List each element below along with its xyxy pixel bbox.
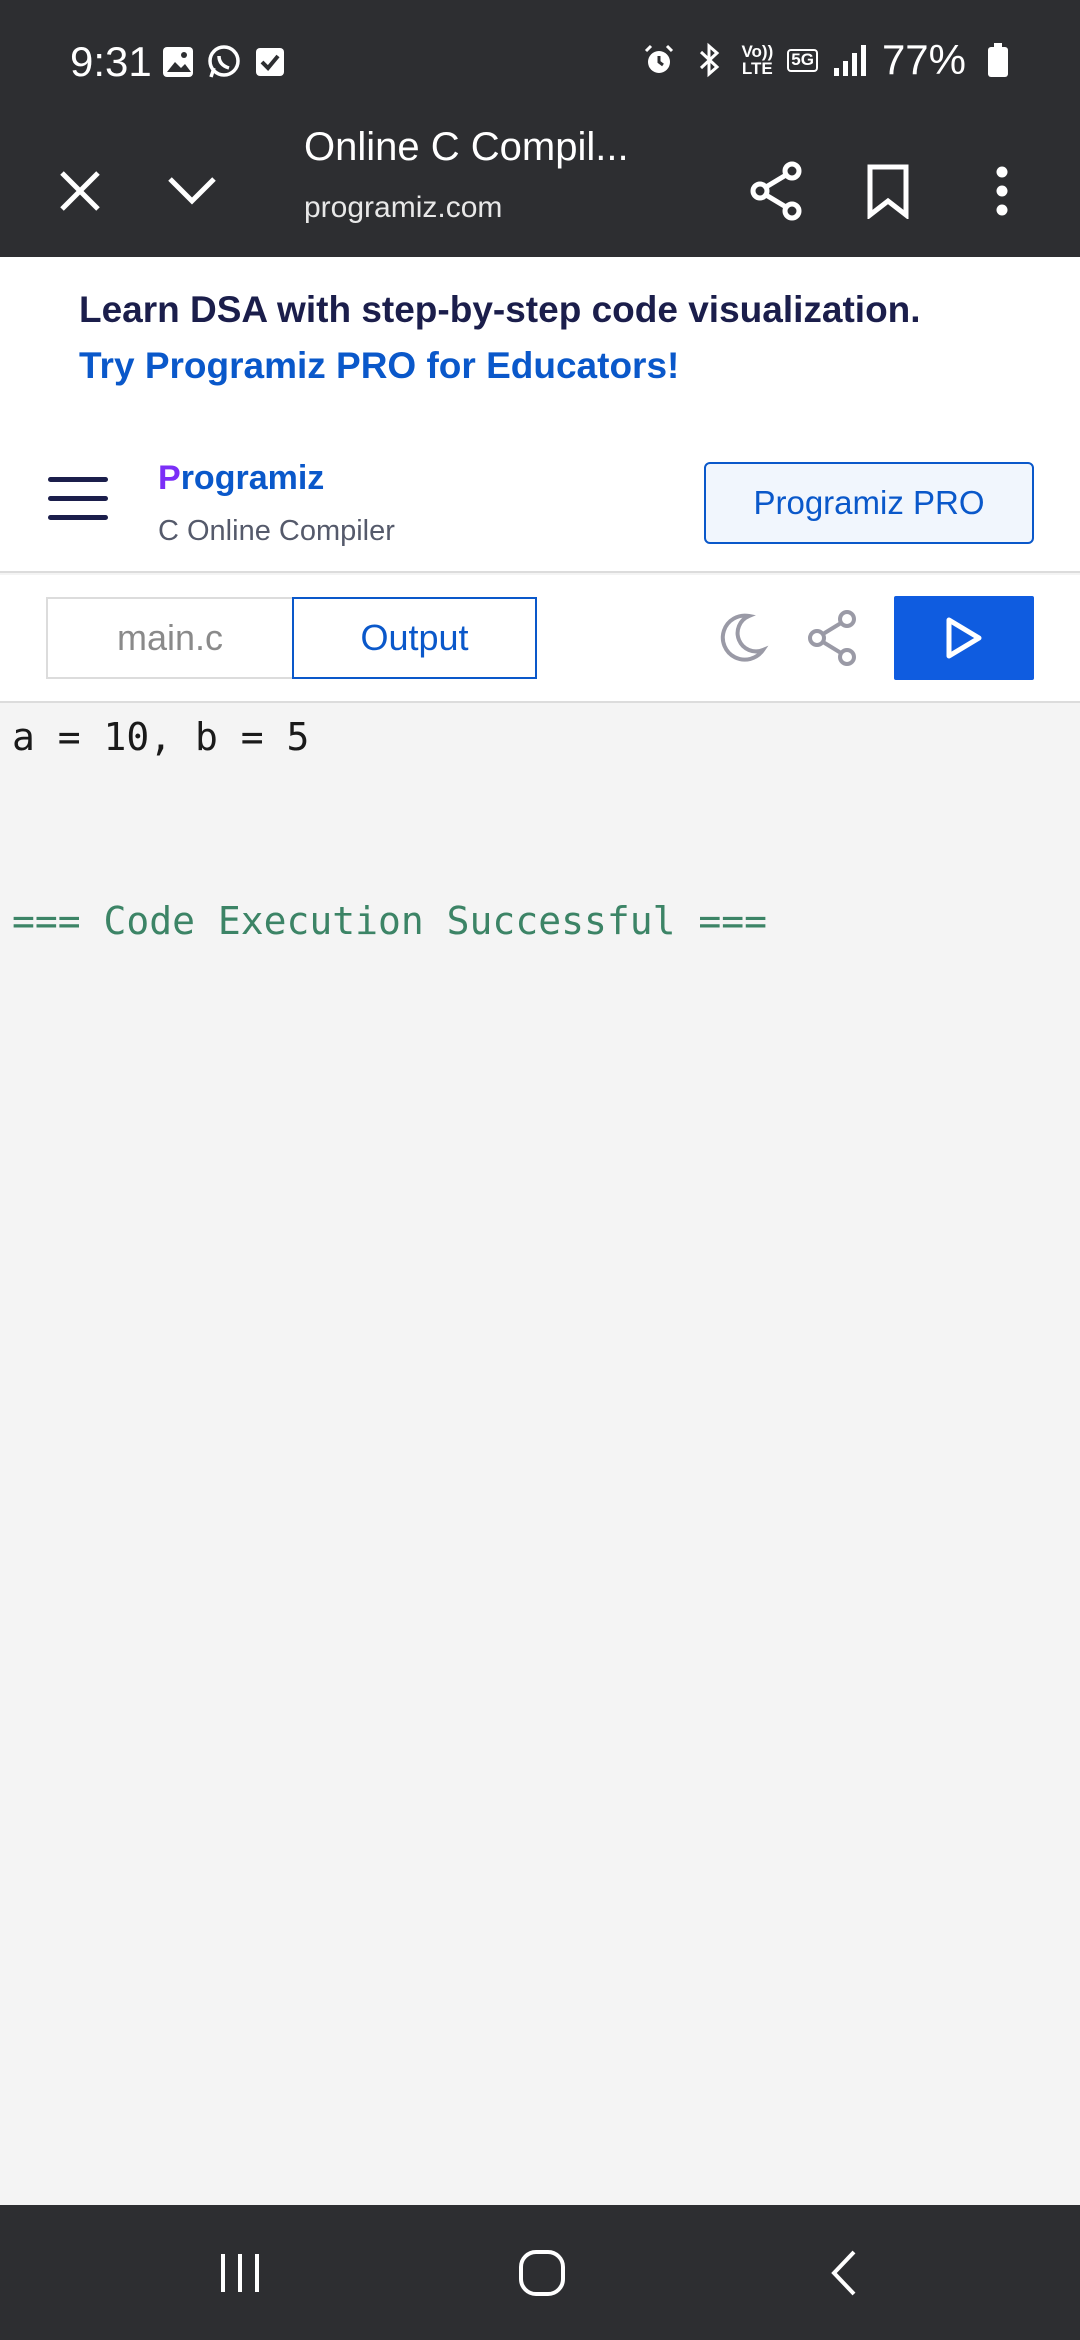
5g-tag: 5G (787, 48, 818, 72)
compiler-subtitle: C Online Compiler (158, 515, 395, 547)
notification-icons (160, 44, 288, 80)
page-title: Online C Compil... (304, 125, 629, 169)
page-url: programiz.com (304, 191, 503, 224)
tab-main-c[interactable]: main.c (46, 597, 292, 679)
hamburger-menu-icon[interactable] (48, 477, 108, 521)
logo-mark: P (158, 459, 181, 497)
editor-tabbar: main.c Output (0, 575, 1080, 703)
status-right: Vo)) LTE 5G 77% (641, 36, 1016, 84)
logo-text: rogramiz (180, 459, 325, 497)
run-button[interactable] (894, 596, 1034, 680)
battery-icon (980, 42, 1016, 78)
tab-output[interactable]: Output (292, 597, 537, 679)
recent-apps-icon[interactable] (200, 2233, 280, 2313)
output-line: a = 10, b = 5 (12, 715, 310, 759)
alarm-icon (641, 42, 677, 78)
status-time: 9:31 (70, 38, 152, 85)
status-bar: 9:31 Vo)) LTE 5G 77% (0, 0, 1080, 125)
checkbox-icon (252, 44, 288, 80)
whatsapp-icon (206, 44, 242, 80)
screen: 9:31 Vo)) LTE 5G 77% Online C Compil... … (0, 0, 1080, 2340)
browser-toolbar: Online C Compil... programiz.com (0, 125, 1080, 257)
back-icon[interactable] (804, 2233, 884, 2313)
share-code-icon[interactable] (800, 605, 866, 671)
volte-tag: Vo)) LTE (741, 43, 773, 77)
battery-percent: 77% (881, 36, 966, 83)
share-icon[interactable] (732, 147, 820, 235)
signal-icon (832, 42, 868, 78)
bookmark-icon[interactable] (844, 147, 932, 235)
gallery-icon (160, 44, 196, 80)
lte-label: LTE (741, 59, 773, 78)
home-icon[interactable] (502, 2233, 582, 2313)
promo-headline: Learn DSA with step-by-step code visuali… (79, 289, 921, 330)
programiz-logo[interactable]: Programiz (158, 459, 324, 498)
promo-banner[interactable]: Learn DSA with step-by-step code visuali… (0, 257, 1080, 417)
volte-label: Vo)) (741, 42, 774, 61)
execution-status-line: === Code Execution Successful === (12, 899, 767, 943)
dark-mode-moon-icon[interactable] (708, 605, 774, 671)
system-nav-bar (0, 2205, 1080, 2340)
promo-link[interactable]: Try Programiz PRO for Educators! (79, 345, 679, 387)
bluetooth-icon (691, 42, 727, 78)
output-panel[interactable]: a = 10, b = 5 === Code Execution Success… (0, 703, 1080, 2205)
more-icon[interactable] (958, 147, 1046, 235)
5g-label: 5G (791, 49, 814, 69)
programiz-pro-button[interactable]: Programiz PRO (704, 462, 1034, 544)
play-icon (946, 617, 982, 659)
site-header: Programiz C Online Compiler Programiz PR… (0, 417, 1080, 573)
